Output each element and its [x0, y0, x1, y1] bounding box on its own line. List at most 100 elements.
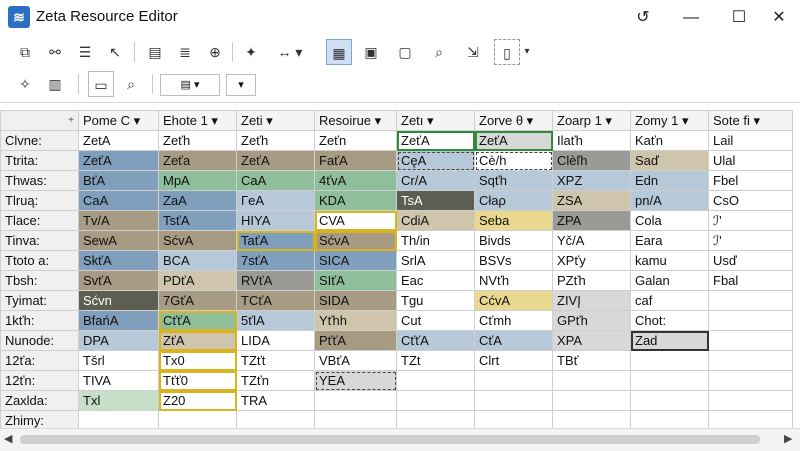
- column-header[interactable]: Resoirue ▾: [314, 110, 397, 131]
- grid-cell[interactable]: DPA: [78, 330, 159, 351]
- row-header[interactable]: 1kťh:: [0, 310, 79, 331]
- grid-cell[interactable]: Lail: [708, 130, 793, 151]
- grid-cell[interactable]: Tťť0: [158, 370, 237, 391]
- grid-cell[interactable]: FaťA: [314, 150, 397, 171]
- row-header[interactable]: Zaxlda:: [0, 390, 79, 411]
- grid-cell[interactable]: Zeťh: [158, 130, 237, 151]
- grid-cell[interactable]: ZeťA: [474, 130, 553, 151]
- grid-cell[interactable]: Tx0: [158, 350, 237, 371]
- grid-cell[interactable]: Bivds: [474, 230, 553, 251]
- grid-cell[interactable]: [708, 370, 793, 391]
- grid-cell[interactable]: ℐ': [708, 210, 793, 231]
- grid-cell[interactable]: Chot:: [630, 310, 709, 331]
- grid-cell[interactable]: Cłaρ: [474, 190, 553, 211]
- grid-cell[interactable]: CdiA: [396, 210, 475, 231]
- grid-cell[interactable]: pn/A: [630, 190, 709, 211]
- export-icon[interactable]: ⇲: [460, 39, 486, 65]
- grid-cell[interactable]: CaA: [236, 170, 315, 191]
- grid-cell[interactable]: YEA: [314, 370, 397, 391]
- grid-cell[interactable]: CťťA: [396, 330, 475, 351]
- grid-cell[interactable]: Galan: [630, 270, 709, 291]
- close-button[interactable]: ✕: [756, 0, 800, 36]
- grid-cell[interactable]: BfańA: [78, 310, 159, 331]
- textbox-icon[interactable]: ▭: [88, 71, 114, 97]
- grid-cell[interactable]: [396, 370, 475, 391]
- row-header[interactable]: 12ťn:: [0, 370, 79, 391]
- stack-icon[interactable]: ≣: [172, 39, 198, 65]
- grid-cell[interactable]: XPA: [552, 330, 631, 351]
- grid-cell[interactable]: Yťhh: [314, 310, 397, 331]
- grid-cell[interactable]: Tgu: [396, 290, 475, 311]
- row-header[interactable]: Tyimat:: [0, 290, 79, 311]
- column-header[interactable]: Sote fi ▾: [708, 110, 793, 131]
- grid-cell[interactable]: LIDA: [236, 330, 315, 351]
- grid-cell[interactable]: VBťA: [314, 350, 397, 371]
- scroll-right-icon[interactable]: ▶: [784, 432, 792, 445]
- grid-cell[interactable]: TCťA: [236, 290, 315, 311]
- sparkle-icon[interactable]: ✧: [12, 71, 38, 97]
- grid-cell[interactable]: ZetA: [78, 130, 159, 151]
- grid-cell[interactable]: SIťA: [314, 270, 397, 291]
- grid-cell[interactable]: [630, 350, 709, 371]
- grid-cell[interactable]: ZPA: [552, 210, 631, 231]
- find-image-icon[interactable]: ⌕: [426, 39, 452, 65]
- grid-cell[interactable]: Eara: [630, 230, 709, 251]
- row-header[interactable]: Clvne:: [0, 130, 79, 151]
- grid-cell[interactable]: Txl: [78, 390, 159, 411]
- row-header[interactable]: Tlruą:: [0, 190, 79, 211]
- grid-cell[interactable]: ZSA: [552, 190, 631, 211]
- search-icon[interactable]: ⌕: [118, 71, 144, 97]
- grid-cell[interactable]: 5ťlA: [236, 310, 315, 331]
- grid-cell[interactable]: kamu: [630, 250, 709, 271]
- grid-cell[interactable]: CaA: [78, 190, 159, 211]
- grid-cell[interactable]: TZťt: [236, 350, 315, 371]
- scrollbar-thumb[interactable]: [20, 435, 760, 444]
- grid-cell[interactable]: Saď: [630, 150, 709, 171]
- column-header[interactable]: Zoarp 1 ▾: [552, 110, 631, 131]
- grid-cell[interactable]: TBť: [552, 350, 631, 371]
- grid-cell[interactable]: Ilaťh: [552, 130, 631, 151]
- grid-cell[interactable]: ZťA: [158, 330, 237, 351]
- grid-cell[interactable]: [474, 390, 553, 411]
- column-header[interactable]: Zeti ▾: [236, 110, 315, 131]
- grid-cell[interactable]: ZeťA: [396, 130, 475, 151]
- row-header[interactable]: 12ťa:: [0, 350, 79, 371]
- magic-icon[interactable]: ✦: [238, 39, 264, 65]
- grid-cell[interactable]: Cè/h: [474, 150, 553, 171]
- grid-cell[interactable]: [708, 290, 793, 311]
- layout-icon[interactable]: ▤: [142, 39, 168, 65]
- grid-cell[interactable]: SćvA: [314, 230, 397, 251]
- image-icon[interactable]: ▣: [358, 39, 384, 65]
- grid-cell[interactable]: Kaťn: [630, 130, 709, 151]
- grid-cell[interactable]: BťA: [78, 170, 159, 191]
- grid-cell[interactable]: Z20: [158, 390, 237, 411]
- grid-cell[interactable]: Ulal: [708, 150, 793, 171]
- column-header[interactable]: Zomy 1 ▾: [630, 110, 709, 131]
- grid-cell[interactable]: TsťA: [158, 210, 237, 231]
- chevron-down-icon[interactable]: ▾: [520, 39, 534, 65]
- grid-cell[interactable]: Zeťh: [236, 130, 315, 151]
- grid-cell[interactable]: Eac: [396, 270, 475, 291]
- grid-cell[interactable]: NVťh: [474, 270, 553, 291]
- grid-cell[interactable]: Usď: [708, 250, 793, 271]
- grid-cell[interactable]: CVA: [314, 210, 397, 231]
- grid-cell[interactable]: [396, 390, 475, 411]
- grid-cell[interactable]: SewA: [78, 230, 159, 251]
- grid-cell[interactable]: Sćvn: [78, 290, 159, 311]
- grid-cell[interactable]: CťA: [474, 330, 553, 351]
- scroll-left-icon[interactable]: ◀: [4, 432, 12, 445]
- grid-cell[interactable]: KDA: [314, 190, 397, 211]
- grid-cell[interactable]: CsO: [708, 190, 793, 211]
- restore-icon[interactable]: ↺: [620, 0, 666, 36]
- frame-icon[interactable]: ▢: [392, 39, 418, 65]
- grid-cell[interactable]: Tv/A: [78, 210, 159, 231]
- grid-cell[interactable]: Edn: [630, 170, 709, 191]
- grid-cell[interactable]: [708, 330, 793, 351]
- grid-cell[interactable]: TIVA: [78, 370, 159, 391]
- options-dropdown[interactable]: ▾: [226, 74, 256, 96]
- grid-cell[interactable]: RVťA: [236, 270, 315, 291]
- view-dropdown[interactable]: ▤ ▾: [160, 74, 220, 96]
- grid-cell[interactable]: CťťA: [158, 310, 237, 331]
- grid-cell[interactable]: [314, 390, 397, 411]
- row-header[interactable]: Thwas:: [0, 170, 79, 191]
